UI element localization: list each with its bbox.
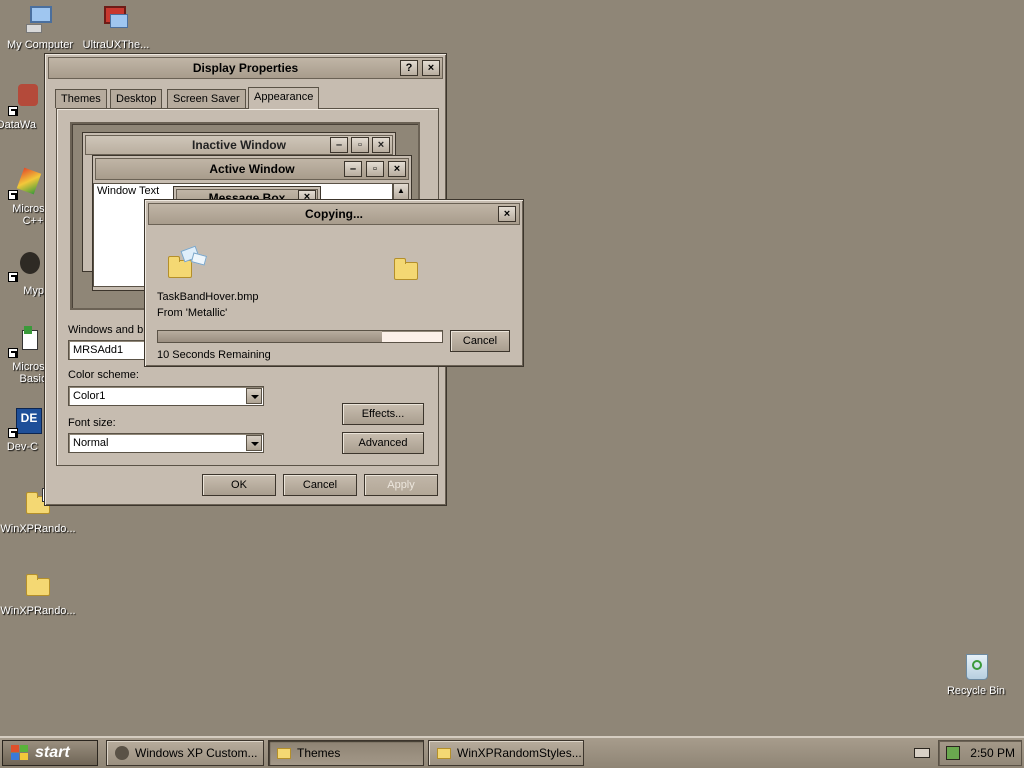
datawa-icon <box>8 84 40 116</box>
shortcut-arrow-icon <box>8 190 18 200</box>
taskbar-item-label: Themes <box>297 746 341 760</box>
effects-button[interactable]: Effects... <box>342 403 424 425</box>
font-size-value: Normal <box>73 437 109 449</box>
close-icon: × <box>388 161 406 177</box>
start-button[interactable]: start <box>2 740 98 766</box>
ultrauxtheme-icon <box>100 4 132 36</box>
minimize-icon: – <box>344 161 362 177</box>
windows-buttons-value: MRSAdd1 <box>73 344 124 356</box>
close-icon: × <box>372 137 390 153</box>
windows-logo-icon <box>11 745 29 761</box>
display-properties-titlebar[interactable]: Display Properties ? × <box>48 57 443 79</box>
copying-source: From 'Metallic' <box>157 307 228 319</box>
network-icon[interactable] <box>946 746 961 760</box>
tab-screen-saver[interactable]: Screen Saver <box>167 89 246 108</box>
dev-cpp-icon: DE <box>8 406 42 438</box>
visual-basic-icon <box>8 326 40 358</box>
copy-cancel-button[interactable]: Cancel <box>450 330 510 352</box>
desktop-icon-recycle-bin[interactable]: Recycle Bin <box>936 650 1016 697</box>
tab-themes[interactable]: Themes <box>55 89 107 108</box>
maximize-icon: ▫ <box>351 137 369 153</box>
shortcut-arrow-icon <box>8 272 18 282</box>
taskbar-item-label: WinXPRandomStyles... <box>457 746 582 760</box>
windows-buttons-label: Windows and bu <box>68 324 150 336</box>
minimize-icon: – <box>330 137 348 153</box>
desktop-icon-my-computer[interactable]: My Computer <box>0 4 80 51</box>
time-remaining: 10 Seconds Remaining <box>157 349 271 361</box>
desktop-icon-label: WinXPRando... <box>0 605 76 617</box>
color-scheme-value: Color1 <box>73 390 106 402</box>
flying-documents-icon <box>166 245 210 282</box>
shortcut-arrow-icon <box>8 106 18 116</box>
cancel-button[interactable]: Cancel <box>283 474 357 496</box>
close-button[interactable]: × <box>498 206 516 222</box>
apply-button[interactable]: Apply <box>364 474 438 496</box>
clock[interactable]: 2:50 PM <box>970 746 1015 760</box>
preview-inactive-title: Inactive Window <box>192 138 286 152</box>
preview-active-title: Active Window <box>209 162 295 176</box>
ok-button[interactable]: OK <box>202 474 276 496</box>
tab-appearance[interactable]: Appearance <box>248 87 320 109</box>
color-scheme-select[interactable]: Color1 <box>68 386 264 406</box>
taskbar-item-label: Windows XP Custom... <box>135 746 258 760</box>
close-button[interactable]: × <box>422 60 440 76</box>
myp-icon <box>8 250 40 282</box>
advanced-button[interactable]: Advanced <box>342 432 424 454</box>
recycle-bin-icon <box>960 650 992 682</box>
folder-icon <box>22 570 54 602</box>
desktop-icon-winxprandom-2[interactable]: WinXPRando... <box>0 570 78 617</box>
desktop-icon-label: UltraUXThe... <box>82 39 150 51</box>
color-scheme-label: Color scheme: <box>68 369 139 381</box>
destination-folder-icon <box>390 254 422 282</box>
chevron-down-icon[interactable] <box>246 435 262 451</box>
desktop-icon-ultrauxtheme[interactable]: UltraUXThe... <box>76 4 156 51</box>
window-title: Display Properties <box>192 61 299 75</box>
taskbar-item-windows-xp-custom[interactable]: Windows XP Custom... <box>106 740 264 766</box>
my-computer-icon <box>24 4 56 36</box>
copy-progress-fill <box>158 331 383 342</box>
copying-titlebar[interactable]: Copying... × <box>148 203 520 225</box>
copying-title: Copying... <box>305 207 363 221</box>
tab-desktop[interactable]: Desktop <box>110 89 163 108</box>
app-icon <box>115 746 129 760</box>
desktop-icon-label: My Computer <box>6 39 74 51</box>
copy-progress-bar <box>157 330 443 343</box>
visual-cpp-icon <box>8 167 42 200</box>
chevron-down-icon[interactable] <box>246 388 262 404</box>
system-tray: 2:50 PM <box>938 740 1022 766</box>
maximize-icon: ▫ <box>366 161 384 177</box>
start-label: start <box>35 744 70 761</box>
taskbar-item-winxprandomstyles[interactable]: WinXPRandomStyles... <box>428 740 584 766</box>
font-size-label: Font size: <box>68 417 116 429</box>
shortcut-arrow-icon <box>8 348 18 358</box>
shortcut-arrow-icon <box>8 428 18 438</box>
copying-filename: TaskBandHover.bmp <box>157 291 259 303</box>
preview-window-text: Window Text <box>97 185 160 197</box>
desktop-icon-label: WinXPRando... <box>0 523 76 535</box>
taskbar-item-themes[interactable]: Themes <box>268 740 424 766</box>
font-size-select[interactable]: Normal <box>68 433 264 453</box>
taskbar: start Windows XP Custom... Themes WinXPR… <box>0 736 1024 768</box>
keyboard-icon[interactable] <box>914 748 930 758</box>
help-button[interactable]: ? <box>400 60 418 76</box>
folder-icon <box>437 747 451 759</box>
desktop-icon-label: Recycle Bin <box>946 685 1006 697</box>
folder-icon <box>277 747 291 759</box>
